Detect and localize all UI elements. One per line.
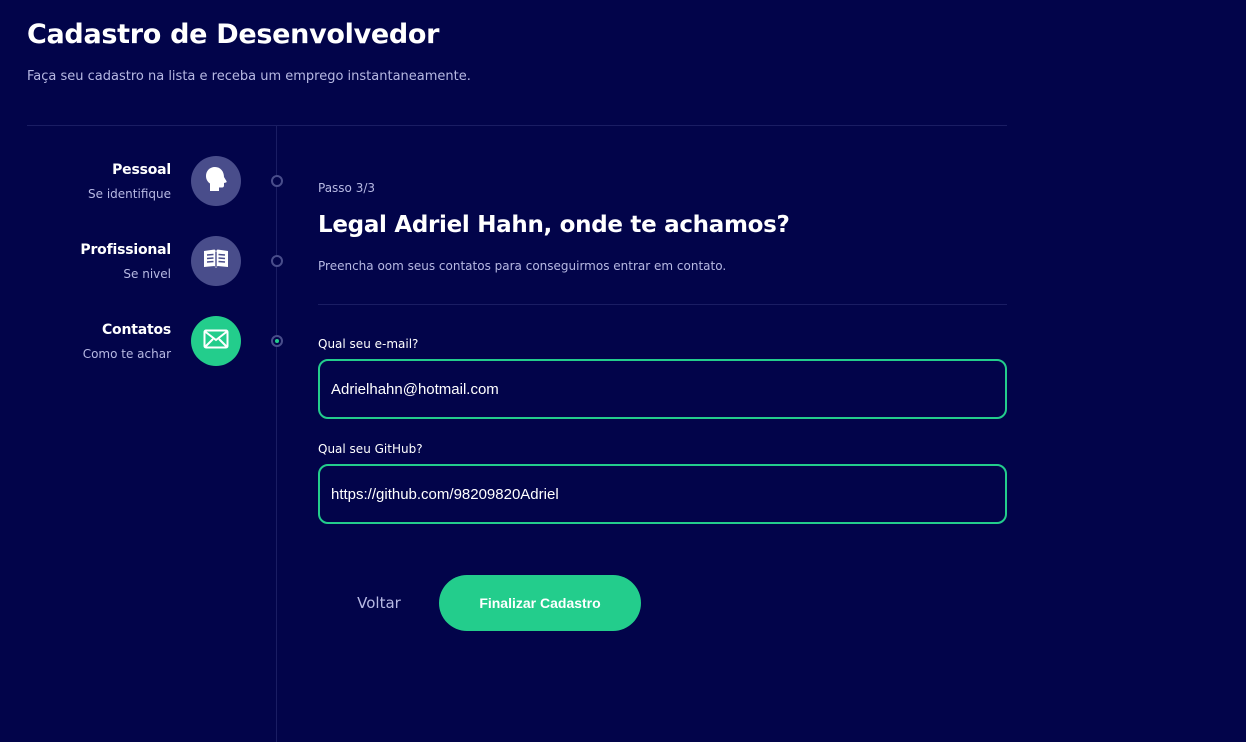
finish-registration-button[interactable]: Finalizar Cadastro: [439, 575, 641, 631]
email-label: Qual seu e-mail?: [318, 337, 419, 351]
person-head-icon: [203, 165, 229, 197]
step-icon-circle: [191, 236, 241, 286]
email-field[interactable]: [318, 359, 1007, 419]
envelope-icon: [203, 329, 229, 353]
page-subtitle: Faça seu cadastro na lista e receba um e…: [27, 69, 471, 84]
step-contatos: Contatos Como te achar: [0, 316, 290, 368]
open-book-icon: [202, 247, 230, 275]
form-divider: [318, 304, 1007, 305]
step-timeline-dot: [271, 255, 283, 267]
github-label: Qual seu GitHub?: [318, 442, 423, 456]
step-description: Se nivel: [123, 267, 171, 281]
step-description: Como te achar: [82, 347, 171, 361]
step-pessoal: Pessoal Se identifique: [0, 156, 290, 208]
step-timeline-dot: [271, 175, 283, 187]
steps-timeline-line: [276, 126, 277, 742]
github-field[interactable]: [318, 464, 1007, 524]
step-icon-circle: [191, 156, 241, 206]
page-title: Cadastro de Desenvolvedor: [27, 19, 440, 50]
step-icon-circle: [191, 316, 241, 366]
form-title: Legal Adriel Hahn, onde te achamos?: [318, 212, 790, 238]
step-label: Profissional: [80, 242, 171, 258]
back-button[interactable]: Voltar: [338, 583, 420, 623]
form-description: Preencha oom seus contatos para consegui…: [318, 259, 727, 273]
step-label: Pessoal: [112, 162, 171, 178]
header-divider: [27, 125, 1007, 126]
step-counter: Passo 3/3: [318, 181, 376, 195]
step-profissional: Profissional Se nivel: [0, 236, 290, 288]
step-label: Contatos: [101, 322, 171, 338]
step-timeline-dot-active: [271, 335, 283, 347]
step-description: Se identifique: [88, 187, 171, 201]
registration-page: Cadastro de Desenvolvedor Faça seu cadas…: [0, 0, 1246, 742]
